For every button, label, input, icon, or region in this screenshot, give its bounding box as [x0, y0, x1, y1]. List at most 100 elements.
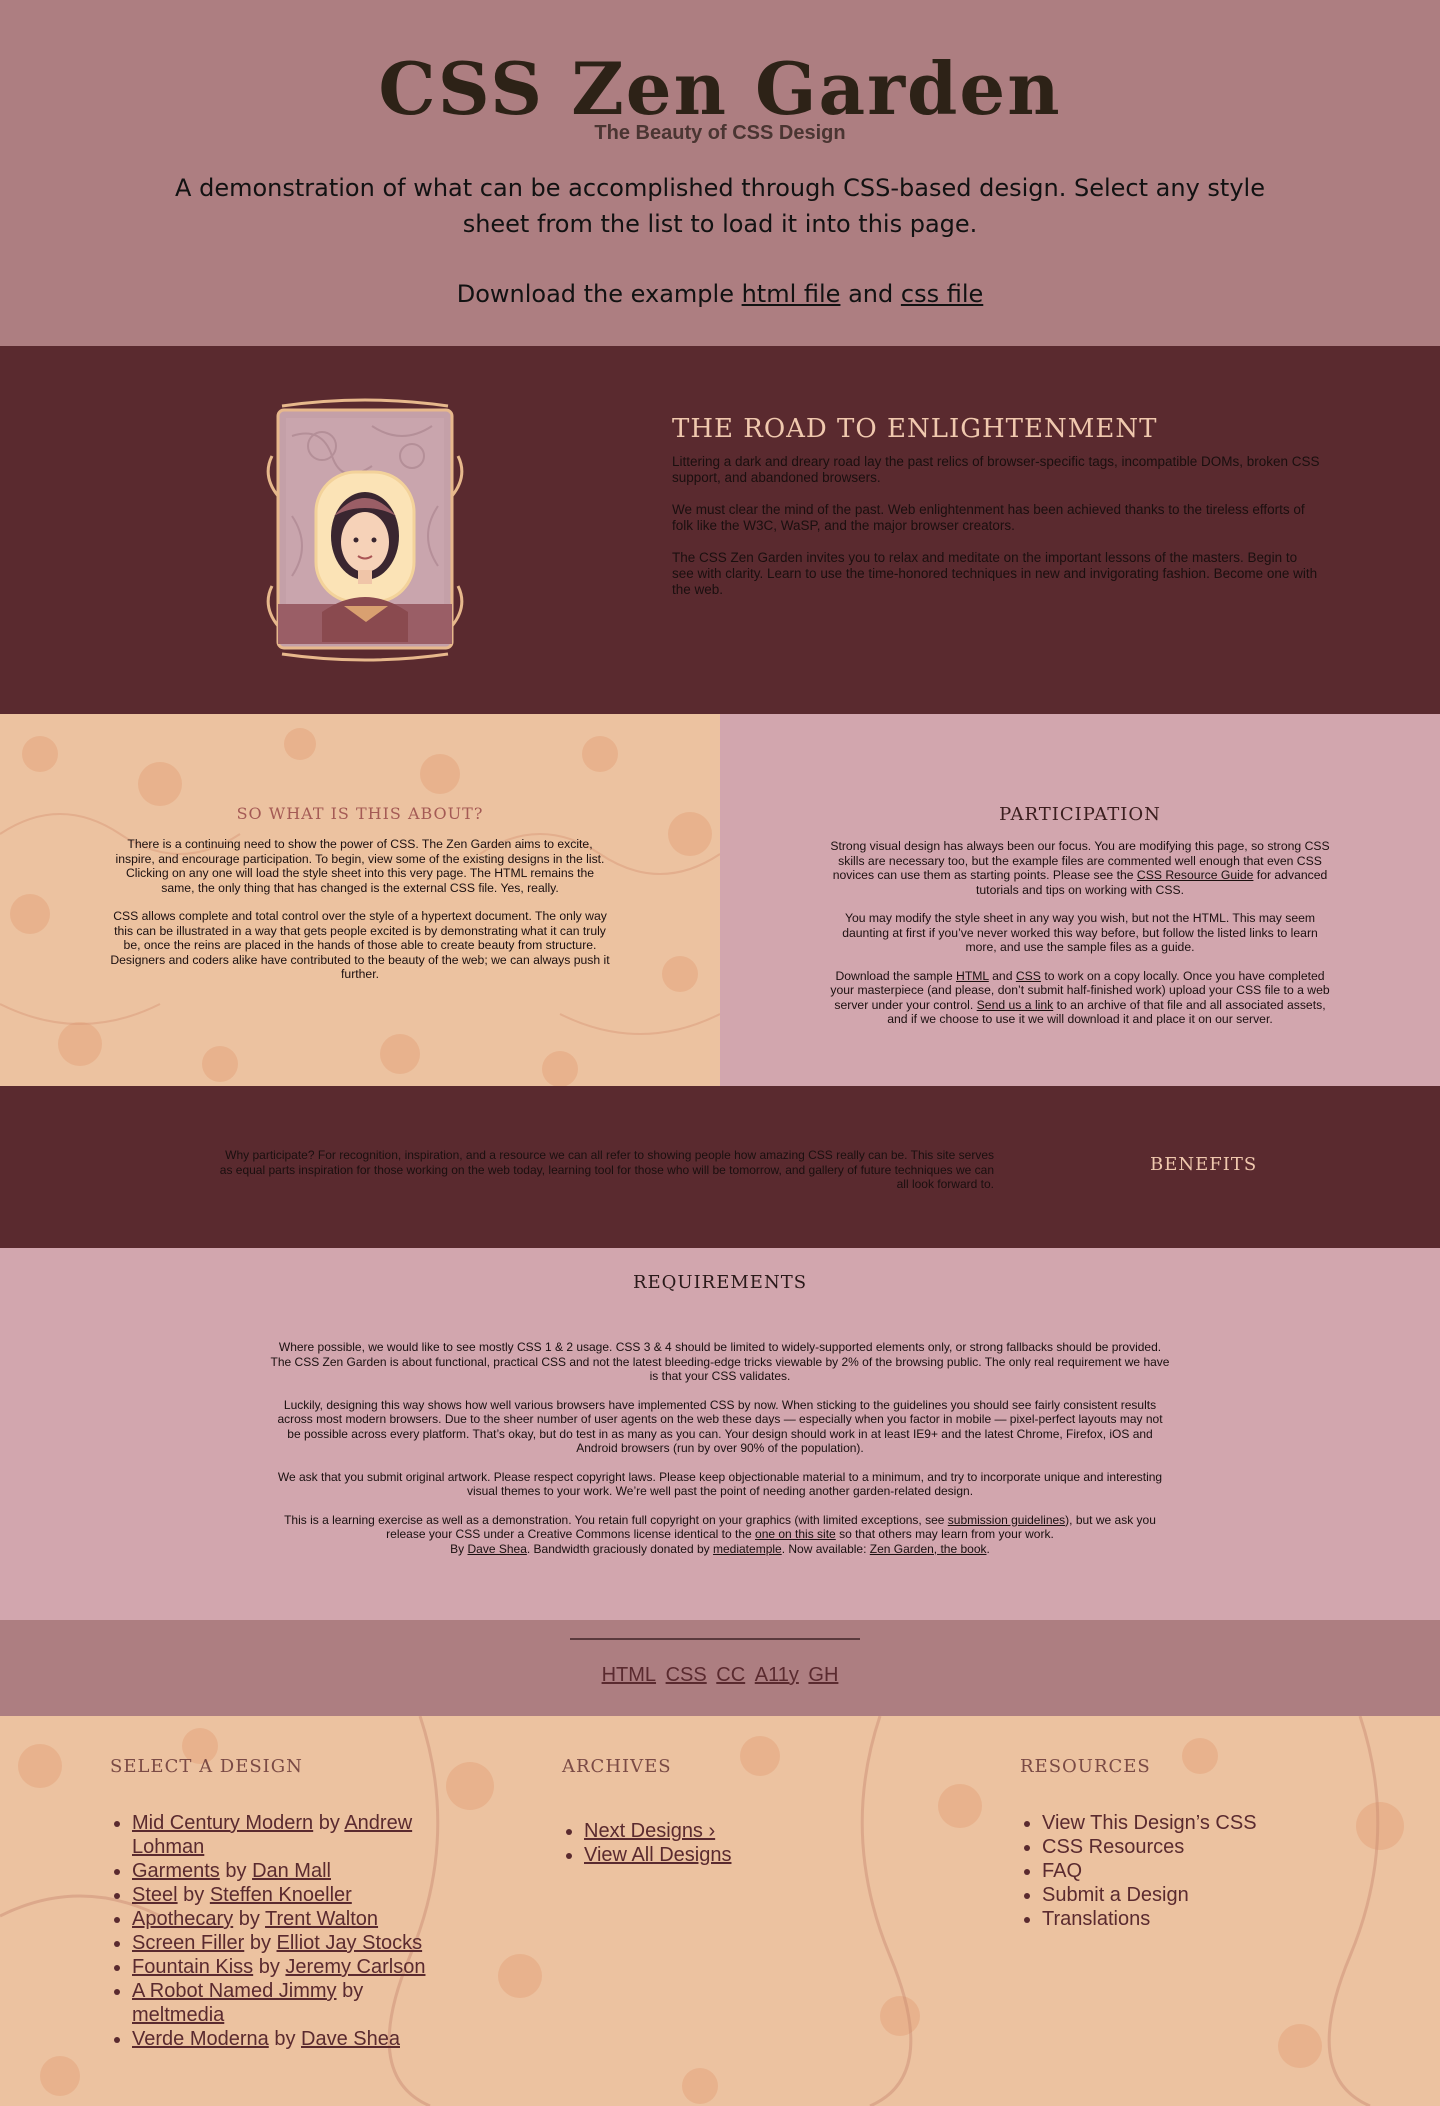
resources-title: Resources: [1020, 1756, 1151, 1777]
resource-item[interactable]: FAQ: [1042, 1859, 1340, 1883]
requirements-text: This is a learning exercise as well as a…: [284, 1512, 948, 1527]
explanation-title: So What is This About?: [236, 804, 484, 823]
design-list-item: Apothecary by Trent Walton: [132, 1907, 450, 1931]
credits-text: .: [986, 1541, 990, 1556]
designer-link[interactable]: Elliot Jay Stocks: [277, 1932, 423, 1954]
explanation-paragraph: There is a continuing need to show the p…: [115, 837, 605, 895]
participation-text: and: [988, 968, 1016, 983]
by-text: by: [244, 1932, 277, 1954]
resource-item[interactable]: View This Design’s CSS: [1042, 1811, 1340, 1835]
design-list-item: Verde Moderna by Dave Shea: [132, 2027, 450, 2051]
submission-guidelines-link[interactable]: submission guidelines: [948, 1513, 1065, 1527]
design-link[interactable]: Mid Century Modern: [132, 1812, 313, 1834]
preamble-paragraph: The CSS Zen Garden invites you to relax …: [672, 550, 1318, 597]
requirements-body: Where possible, we would like to see mos…: [270, 1340, 1170, 1570]
dave-shea-link[interactable]: Dave Shea: [468, 1542, 527, 1556]
download-prefix: Download the example: [456, 280, 742, 308]
benefits-section: Why participate? For recognition, inspir…: [0, 1086, 1440, 1248]
preamble-paragraph: Littering a dark and dreary road lay the…: [672, 454, 1320, 485]
explanation-participation-row: So What is This About? There is a contin…: [0, 714, 1440, 1086]
designer-link[interactable]: Dan Mall: [252, 1860, 331, 1882]
resource-item[interactable]: Translations: [1042, 1907, 1340, 1931]
design-list-item: Garments by Dan Mall: [132, 1859, 450, 1883]
participation-title: Participation: [999, 804, 1161, 825]
credits-text: By: [450, 1541, 468, 1556]
design-link[interactable]: Screen Filler: [132, 1932, 244, 1954]
requirements-section: Requirements Where possible, we would li…: [0, 1248, 1440, 1620]
html-file-link[interactable]: html file: [742, 280, 841, 308]
summary-text: A demonstration of what can be accomplis…: [175, 174, 1265, 238]
design-link[interactable]: Steel: [132, 1884, 178, 1906]
footer-html-link[interactable]: HTML: [602, 1664, 656, 1686]
page-footer: HTML CSS CC A11y GH: [0, 1620, 1440, 1716]
by-text: by: [253, 1956, 286, 1978]
resource-item[interactable]: CSS Resources: [1042, 1835, 1340, 1859]
designer-link[interactable]: Jeremy Carlson: [285, 1956, 425, 1978]
license-link[interactable]: one on this site: [755, 1527, 836, 1541]
site-subtitle: The Beauty of CSS Design: [594, 122, 846, 144]
participation-paragraph: Strong visual design has always been our…: [825, 839, 1335, 897]
view-all-designs-link[interactable]: View All Designs: [584, 1844, 731, 1866]
requirements-paragraph: This is a learning exercise as well as a…: [270, 1513, 1170, 1542]
by-text: by: [313, 1812, 345, 1834]
footer-cc-link[interactable]: CC: [716, 1664, 745, 1686]
design-list-item: Mid Century Modern by Andrew Lohman: [132, 1811, 450, 1859]
design-selection: Select a Design Mid Century Modern by An…: [110, 1756, 450, 2051]
requirements-text: so that others may learn from your work.: [835, 1527, 1054, 1541]
designer-link[interactable]: Dave Shea: [301, 2028, 400, 2050]
download-line: Download the example html file and css f…: [0, 280, 1440, 308]
by-text: by: [233, 1908, 266, 1930]
design-list-item: Fountain Kiss by Jeremy Carlson: [132, 1955, 450, 1979]
site-title: CSS Zen Garden: [378, 46, 1062, 131]
resources-nav: Resources View This Design’s CSS CSS Res…: [1020, 1756, 1340, 1931]
preamble-paragraph: We must clear the mind of the past. Web …: [672, 502, 1305, 533]
css-file-link[interactable]: css file: [901, 280, 983, 308]
requirements-paragraph: Where possible, we would like to see mos…: [270, 1340, 1170, 1383]
page-header: CSS Zen Garden The Beauty of CSS Design …: [0, 0, 1440, 346]
sample-html-link[interactable]: HTML: [956, 969, 989, 983]
by-text: by: [177, 1884, 210, 1906]
designer-link[interactable]: Steffen Knoeller: [210, 1884, 352, 1906]
footer-css-link[interactable]: CSS: [666, 1664, 707, 1686]
credits-text: . Bandwidth graciously donated by: [526, 1541, 713, 1556]
next-designs-link[interactable]: Next Designs ›: [584, 1820, 715, 1842]
mediatemple-link[interactable]: mediatemple: [713, 1542, 782, 1556]
design-link[interactable]: Garments: [132, 1860, 220, 1882]
preamble-title: The Road to Enlightenment: [672, 414, 1158, 444]
credits-line: By Dave Shea. Bandwidth graciously donat…: [270, 1542, 1170, 1557]
zen-garden-book-link[interactable]: Zen Garden, the book: [870, 1542, 987, 1556]
benefits-text: Why participate? For recognition, inspir…: [219, 1148, 994, 1191]
send-us-a-link[interactable]: Send us a link: [977, 998, 1054, 1012]
designer-link[interactable]: meltmedia: [132, 2004, 224, 2026]
by-text: by: [219, 1860, 253, 1882]
credits-text: . Now available:: [781, 1541, 870, 1556]
portrait-illustration: [266, 398, 464, 662]
design-list-item: A Robot Named Jimmy by meltmedia: [132, 1979, 450, 2027]
design-link[interactable]: Fountain Kiss: [132, 1956, 253, 1978]
participation-text: Download the sample: [835, 968, 957, 983]
archives-list: Next Designs › View All Designs: [562, 1819, 862, 1867]
design-list-item: Screen Filler by Elliot Jay Stocks: [132, 1931, 450, 1955]
participation-paragraph: You may modify the style sheet in any wa…: [842, 911, 1318, 954]
benefits-title: Benefits: [1150, 1154, 1258, 1175]
by-text: by: [336, 1980, 364, 2002]
design-link[interactable]: Verde Moderna: [132, 2028, 269, 2050]
sample-css-link[interactable]: CSS: [1016, 969, 1041, 983]
archives-item: View All Designs: [584, 1843, 862, 1867]
resource-item[interactable]: Submit a Design: [1042, 1883, 1340, 1907]
archives-title: Archives: [562, 1756, 672, 1777]
participation-body: Strong visual design has always been our…: [825, 839, 1335, 1027]
footer-divider: [570, 1638, 860, 1640]
footer-gh-link[interactable]: GH: [808, 1664, 838, 1686]
css-resource-guide-link[interactable]: CSS Resource Guide: [1137, 868, 1254, 882]
footer-a11y-link[interactable]: A11y: [755, 1664, 799, 1686]
preamble-content: The Road to Enlightenment Littering a da…: [672, 414, 1322, 614]
explanation-section: So What is This About? There is a contin…: [0, 714, 720, 1086]
participation-paragraph: Download the sample HTML and CSS to work…: [825, 969, 1335, 1027]
design-link[interactable]: A Robot Named Jimmy: [132, 1980, 337, 2002]
design-link[interactable]: Apothecary: [132, 1908, 233, 1930]
designer-link[interactable]: Trent Walton: [265, 1908, 378, 1930]
design-list-item: Steel by Steffen Knoeller: [132, 1883, 450, 1907]
requirements-paragraph: Luckily, designing this way shows how we…: [277, 1397, 1163, 1456]
archives-nav: Archives Next Designs › View All Designs: [562, 1756, 862, 1867]
